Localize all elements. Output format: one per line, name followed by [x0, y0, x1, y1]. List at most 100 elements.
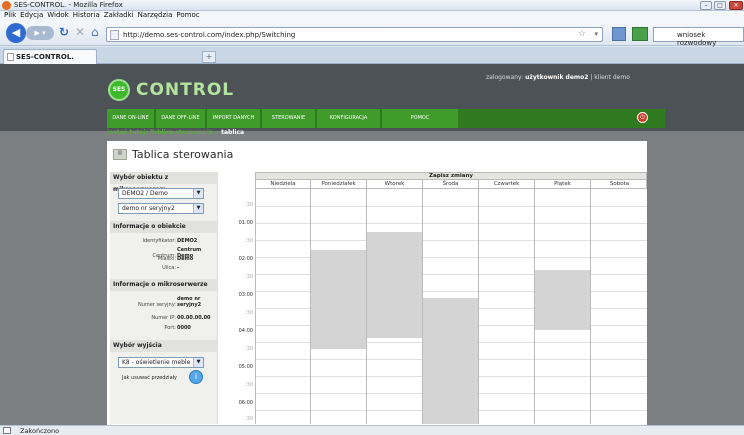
minimize-button[interactable]: –	[700, 1, 712, 10]
breadcrumb: jesteś tutaj: Tablica sterowania » tabli…	[107, 128, 653, 141]
login-prefix: zalogowany:	[486, 74, 524, 81]
page-title: Tablica sterowania	[132, 148, 234, 161]
time-label: 02:00	[238, 256, 253, 262]
save-changes-button[interactable]: Zapisz zmiany	[255, 172, 647, 180]
status-bar: Zakończono	[0, 425, 744, 435]
time-label: :30	[244, 274, 253, 280]
object-select[interactable]: DEMO2 / Demo ▼	[118, 188, 204, 199]
tab-ses-control[interactable]: SES-CONTROL.	[3, 49, 97, 64]
output-select-value: K8 - oświetlenie meble	[122, 359, 191, 366]
nav-control[interactable]: STEROWANIE	[262, 109, 315, 128]
nav-online[interactable]: DANE ON-LINE	[107, 109, 154, 128]
chevron-down-icon: ▼	[193, 204, 203, 213]
time-label: :30	[244, 382, 253, 388]
menu-edit[interactable]: Edycja	[20, 11, 43, 19]
bookmark-star-icon[interactable]: ☆	[578, 29, 586, 39]
menu-bar: Plik Edycja Widok Historia Zakładki Narzędzia…	[0, 11, 744, 21]
serial-select[interactable]: demo nr seryjny2 ▼	[118, 203, 204, 214]
info-icon[interactable]: i	[189, 370, 203, 384]
section-microserver-info: Informacje o mikroserwerze	[110, 279, 218, 291]
serial-select-value: demo nr seryjny2	[122, 205, 175, 212]
day-header-sat: Sobota	[609, 181, 630, 187]
maximize-button[interactable]: □	[714, 1, 726, 10]
time-label: 03:00	[238, 292, 253, 298]
panel-header: ▥ Tablica sterowania	[107, 141, 647, 171]
search-text: wniosek rozwodowy	[677, 31, 717, 47]
reload-icon[interactable]: ↻	[59, 25, 69, 39]
day-header-fri: Piątek	[535, 180, 591, 188]
day-header-sun: Niedziela	[256, 180, 311, 188]
addon-icon[interactable]	[612, 27, 626, 41]
forward-icon[interactable]: ▶ ▾	[26, 26, 54, 40]
firefox-icon	[2, 1, 11, 10]
schedule-grid: Zapisz zmiany Niedziela Poniedziałek Wto…	[231, 172, 647, 424]
nav-import[interactable]: IMPORT DANYCH	[207, 109, 260, 128]
time-label: 01:00	[238, 220, 253, 226]
breadcrumb-current: tablica	[221, 129, 245, 136]
url-dropdown-icon[interactable]: ▾	[594, 30, 598, 38]
time-label: 06:00	[238, 400, 253, 406]
window-title: SES-CONTROL. - Mozilla Firefox	[14, 1, 123, 9]
url-bar[interactable]: http://demo.ses-control.com/index.php/Sw…	[106, 27, 603, 42]
back-icon[interactable]: ◀	[6, 23, 26, 43]
control-panel: ▥ Tablica sterowania Wybór obiektu z mik…	[107, 141, 647, 425]
table-icon: ▥	[113, 149, 127, 160]
micro-row: Numer seryjny:demo nr seryjny2	[137, 296, 202, 308]
sidebar: Wybór obiektu z mikroserwerem DEMO2 / De…	[110, 172, 218, 424]
page-viewport: SES CONTROL zalogowany: użytkownik demo2…	[0, 64, 744, 425]
tab-page-icon	[7, 53, 14, 61]
day-header-mon: Poniedziałek	[311, 180, 367, 188]
ses-logo-icon[interactable]: SES	[108, 79, 130, 101]
status-text: Zakończono	[20, 427, 60, 435]
status-page-icon	[3, 427, 11, 434]
info-row: Miasto:Demo	[157, 256, 194, 262]
schedule-columns[interactable]	[255, 189, 647, 424]
new-tab-button[interactable]: +	[202, 51, 216, 63]
menu-view[interactable]: Widok	[47, 11, 69, 19]
login-client: | klient demo	[590, 74, 630, 81]
page-icon	[110, 30, 119, 40]
breadcrumb-prefix: jesteś tutaj: Tablica sterowania »	[107, 129, 219, 136]
menu-file[interactable]: Plik	[4, 11, 16, 19]
time-label: :30	[244, 202, 253, 208]
day-header-thu: Czwartek	[479, 180, 535, 188]
section-object-select: Wybór obiektu z mikroserwerem	[110, 172, 218, 193]
section-output-select: Wybór wyjścia	[110, 340, 218, 352]
object-select-value: DEMO2 / Demo	[122, 190, 168, 197]
tab-label: SES-CONTROL.	[16, 53, 74, 61]
time-label: :30	[244, 346, 253, 352]
search-input[interactable]: wniosek rozwodowy	[653, 27, 744, 47]
time-label: :30	[244, 310, 253, 316]
nav-config[interactable]: KONFIGURACJA	[317, 109, 380, 128]
chevron-down-icon: ▼	[193, 358, 203, 367]
time-label: :30	[244, 416, 253, 422]
stop-icon[interactable]: ✕	[75, 25, 85, 39]
menu-help[interactable]: Pomoc	[176, 11, 199, 19]
menu-history[interactable]: Historia	[73, 11, 100, 19]
nav-offline[interactable]: DANE OFF-LINE	[156, 109, 205, 128]
nav-help[interactable]: POMOC	[382, 109, 458, 128]
login-info: zalogowany: użytkownik demo2 | klient de…	[486, 74, 630, 81]
tab-bar	[0, 47, 744, 64]
time-label: 04:00	[238, 328, 253, 334]
section-object-info: Informacje o obiekcie	[110, 221, 218, 233]
day-header-tue: Wtorek	[367, 180, 423, 188]
remove-ranges-label: Jak usuwać przedziały	[122, 375, 178, 381]
logout-icon[interactable]: ⏻	[637, 112, 648, 123]
time-label: :30	[244, 238, 253, 244]
day-header: Niedziela Poniedziałek Wtorek Środa Czwa…	[255, 180, 647, 189]
day-header-wed: Środa	[423, 180, 479, 188]
menu-bookmarks[interactable]: Zakładki	[104, 11, 134, 19]
home-icon[interactable]: ⌂	[91, 25, 99, 39]
logo-text: CONTROL	[136, 80, 235, 100]
close-window-button[interactable]: ✕	[729, 1, 743, 10]
menu-tools[interactable]: Narzędzia	[138, 11, 173, 19]
login-user: użytkownik demo2	[525, 74, 589, 81]
output-select[interactable]: K8 - oświetlenie meble ▼	[118, 357, 204, 368]
search-engine-icon[interactable]	[632, 27, 648, 41]
window-titlebar: SES-CONTROL. - Mozilla Firefox – □ ✕	[0, 0, 744, 11]
time-label: 05:00	[238, 364, 253, 370]
url-text: http://demo.ses-control.com/index.php/Sw…	[123, 31, 296, 39]
micro-row: Port:0000	[164, 325, 191, 331]
info-row: Identyfikator:DEMO2	[142, 238, 198, 244]
